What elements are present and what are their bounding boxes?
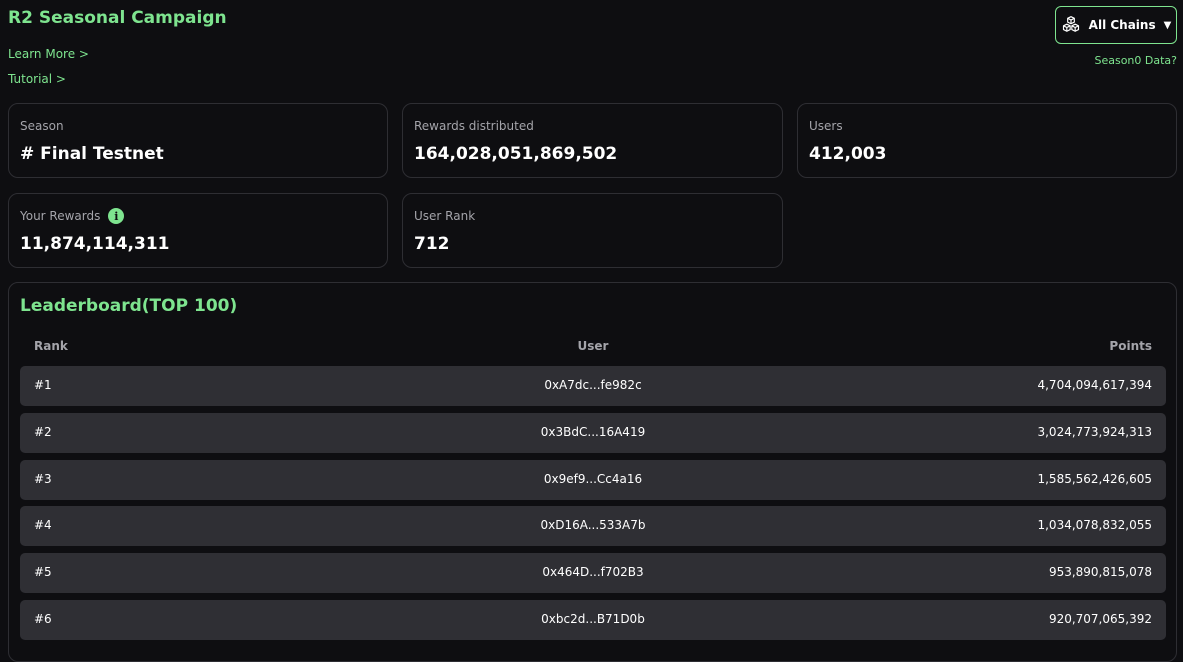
chain-selector-label: All Chains bbox=[1088, 18, 1156, 32]
chain-selector-button[interactable]: All Chains ▼ bbox=[1055, 6, 1177, 44]
rewards-distributed-card: Rewards distributed 164,028,051,869,502 bbox=[402, 103, 783, 178]
row-user: 0x464D...f702B3 bbox=[542, 565, 644, 579]
users-label: Users bbox=[809, 119, 843, 133]
row-user: 0xbc2d...B71D0b bbox=[541, 612, 645, 626]
row-points: 4,704,094,617,394 bbox=[1037, 378, 1152, 392]
leaderboard-panel: Leaderboard(TOP 100) Rank User Points #1… bbox=[8, 282, 1177, 662]
season-value: # Final Testnet bbox=[20, 144, 164, 164]
row-user: 0x9ef9...Cc4a16 bbox=[543, 472, 643, 486]
table-row: #4 0xD16A...533A7b 1,034,078,832,055 bbox=[20, 506, 1166, 546]
table-row: #1 0xA7dc...fe982c 4,704,094,617,394 bbox=[20, 366, 1166, 406]
leaderboard-title: Leaderboard(TOP 100) bbox=[20, 296, 238, 316]
row-user: 0xA7dc...fe982c bbox=[544, 378, 642, 392]
season0-data-link[interactable]: Season0 Data? bbox=[1094, 54, 1177, 67]
season-label: Season bbox=[20, 119, 64, 133]
row-points: 3,024,773,924,313 bbox=[1037, 425, 1152, 439]
your-rewards-label: Your Rewards bbox=[20, 209, 101, 223]
user-rank-value: 712 bbox=[414, 234, 450, 254]
table-row: #5 0x464D...f702B3 953,890,815,078 bbox=[20, 553, 1166, 593]
tutorial-link[interactable]: Tutorial > bbox=[8, 72, 66, 86]
table-row: #2 0x3BdC...16A419 3,024,773,924,313 bbox=[20, 413, 1166, 453]
learn-more-link[interactable]: Learn More > bbox=[8, 47, 89, 61]
your-rewards-value: 11,874,114,311 bbox=[20, 234, 170, 254]
user-rank-card: User Rank 712 bbox=[402, 193, 783, 268]
user-rank-label: User Rank bbox=[414, 209, 476, 223]
row-points: 1,034,078,832,055 bbox=[1037, 518, 1152, 532]
cubes-icon bbox=[1062, 16, 1079, 32]
rewards-distributed-value: 164,028,051,869,502 bbox=[414, 144, 618, 164]
row-points: 953,890,815,078 bbox=[1048, 565, 1152, 579]
table-row: #6 0xbc2d...B71D0b 920,707,065,392 bbox=[20, 600, 1166, 640]
row-points: 920,707,065,392 bbox=[1048, 612, 1152, 626]
rewards-distributed-label: Rewards distributed bbox=[414, 119, 534, 133]
row-user: 0xD16A...533A7b bbox=[540, 518, 646, 532]
points-column-header: Points bbox=[1109, 339, 1152, 353]
season-card: Season # Final Testnet bbox=[8, 103, 388, 178]
users-value: 412,003 bbox=[809, 144, 887, 164]
row-user: 0x3BdC...16A419 bbox=[540, 425, 646, 439]
table-row: #3 0x9ef9...Cc4a16 1,585,562,426,605 bbox=[20, 460, 1166, 500]
user-column-header: User bbox=[577, 339, 609, 353]
users-card: Users 412,003 bbox=[797, 103, 1177, 178]
page-title: R2 Seasonal Campaign bbox=[8, 8, 227, 28]
row-points: 1,585,562,426,605 bbox=[1037, 472, 1152, 486]
caret-down-icon: ▼ bbox=[1163, 19, 1172, 31]
info-icon[interactable]: i bbox=[108, 208, 125, 224]
leaderboard-header: Rank User Points bbox=[20, 339, 1166, 355]
your-rewards-card: Your Rewards i 11,874,114,311 bbox=[8, 193, 388, 268]
